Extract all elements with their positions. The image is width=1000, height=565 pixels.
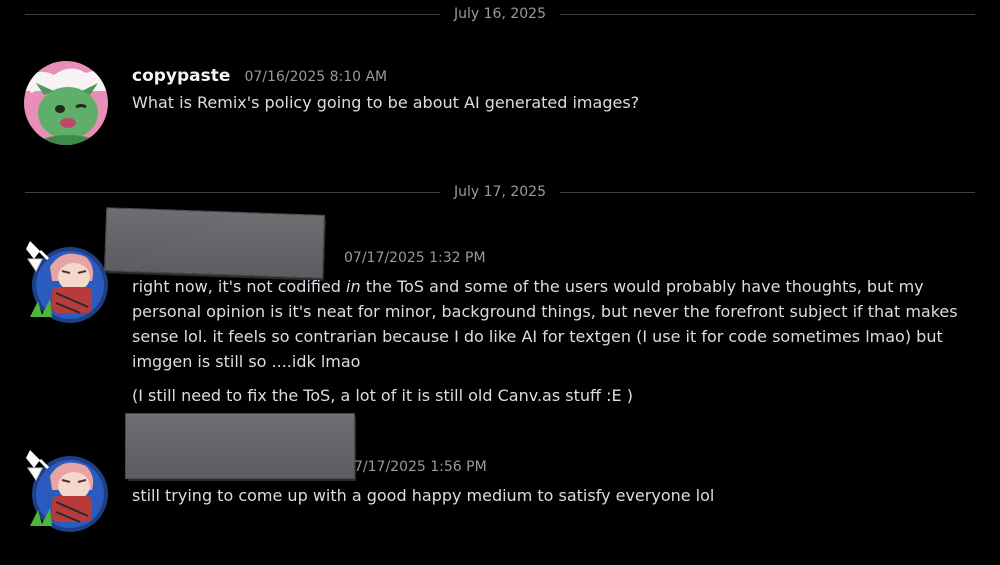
message-text-emphasis: in <box>346 277 361 296</box>
message-content: right now, it's not codified in the ToS … <box>132 274 967 374</box>
author-name[interactable]: copypaste <box>132 66 230 86</box>
message-text-part: right now, it's not codified <box>132 277 347 296</box>
message-content: still trying to come up with a good happ… <box>132 486 715 505</box>
message-timestamp[interactable]: 7/17/2025 1:56 PM <box>354 459 487 475</box>
divider-date: July 17, 2025 <box>454 184 546 200</box>
divider-line <box>560 192 975 193</box>
redacted-author-name <box>104 208 325 278</box>
date-divider-july-16: July 16, 2025 <box>25 6 975 22</box>
avatar-redacted-user[interactable] <box>22 237 110 325</box>
divider-date: July 16, 2025 <box>454 6 546 22</box>
redacted-author-name <box>126 414 354 478</box>
message-timestamp[interactable]: 07/16/2025 8:10 AM <box>244 69 387 85</box>
green-character-avatar-icon <box>24 61 108 145</box>
message-header: 7/17/2025 1:56 PM <box>354 456 487 480</box>
divider-line <box>25 192 440 193</box>
message-content: What is Remix's policy going to be about… <box>132 93 640 112</box>
divider-line <box>25 14 440 15</box>
avatar-copypaste[interactable] <box>24 61 108 145</box>
divider-line <box>560 14 975 15</box>
message-timestamp[interactable]: 07/17/2025 1:32 PM <box>344 250 486 266</box>
avatar-redacted-user[interactable] <box>22 446 110 534</box>
anime-character-avatar-icon <box>26 450 108 532</box>
message-followup: (I still need to fix the ToS, a lot of i… <box>132 386 633 405</box>
date-divider-july-17: July 17, 2025 <box>25 184 975 200</box>
anime-character-avatar-icon <box>26 241 108 323</box>
message-header: 07/17/2025 1:32 PM <box>344 247 486 271</box>
message-header: copypaste 07/16/2025 8:10 AM <box>132 66 387 90</box>
